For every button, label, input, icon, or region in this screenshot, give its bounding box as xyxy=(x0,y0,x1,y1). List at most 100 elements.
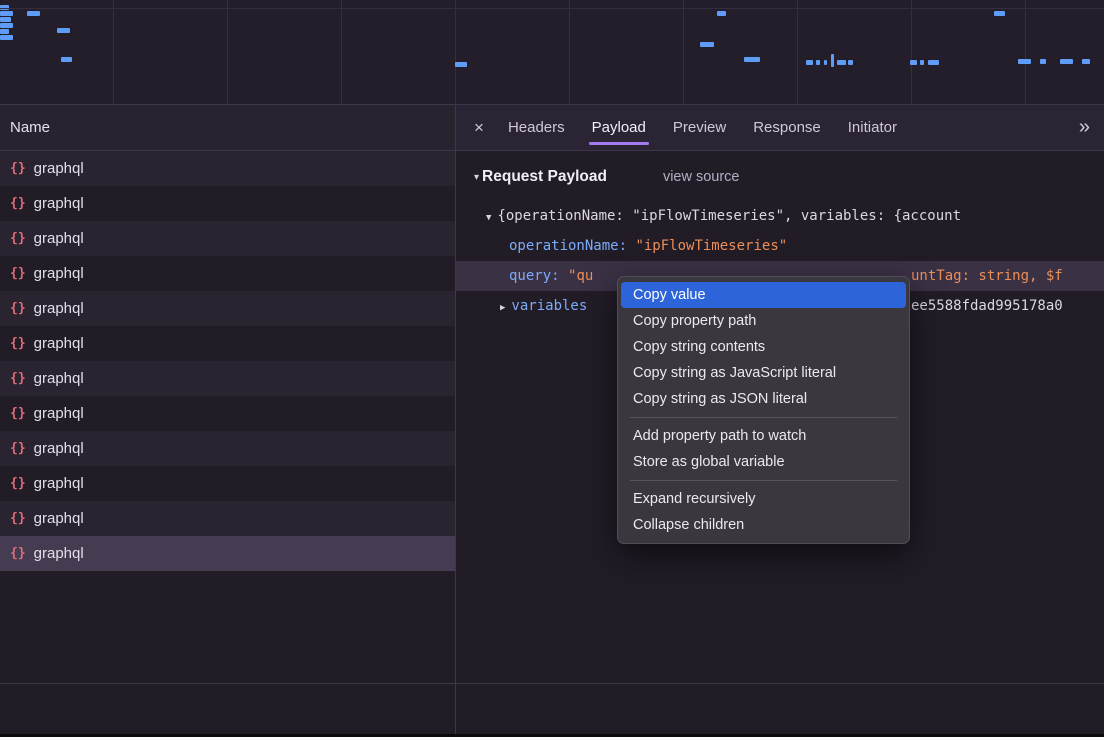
tab-response[interactable]: Response xyxy=(753,105,821,150)
menu-item-copy-value[interactable]: Copy value xyxy=(621,282,906,308)
devtools-network-panel: Name {}graphql{}graphql{}graphql{}graphq… xyxy=(0,0,1104,737)
request-timeline-bar xyxy=(700,42,714,47)
request-timeline-bar xyxy=(994,11,1005,16)
property-value-continuation: ee5588fdad995178a0 xyxy=(911,291,1063,321)
request-name: graphql xyxy=(34,265,84,282)
request-name: graphql xyxy=(34,195,84,212)
request-timeline-bar xyxy=(928,60,939,65)
json-braces-icon: {} xyxy=(10,161,26,176)
property-value: "ipFlowTimeseries" xyxy=(635,238,787,254)
property-value: "qu xyxy=(568,268,593,284)
section-disclosure-triangle-icon[interactable]: ▾ xyxy=(474,172,479,183)
property-value-continuation: untTag: string, $f xyxy=(911,261,1063,291)
request-timeline-bar xyxy=(717,11,726,16)
request-row[interactable]: {} graphql xyxy=(0,501,455,536)
request-timeline-bar xyxy=(0,5,9,10)
request-row[interactable]: {} graphql xyxy=(0,151,455,186)
menu-item-expand-recursively[interactable]: Expand recursively xyxy=(621,486,906,512)
request-name: graphql xyxy=(34,475,84,492)
request-name: graphql xyxy=(34,510,84,527)
json-braces-icon: {} xyxy=(10,371,26,386)
name-column-header[interactable]: Name xyxy=(0,105,455,151)
request-row[interactable]: {} graphql xyxy=(0,361,455,396)
request-timeline-bar xyxy=(57,28,70,33)
json-braces-icon: {} xyxy=(10,476,26,491)
property-key: variables xyxy=(511,298,587,314)
request-row[interactable]: {}graphql xyxy=(0,221,455,256)
json-braces-icon: {} xyxy=(10,266,26,281)
json-braces-icon: {} xyxy=(10,546,26,561)
menu-item-store-as-global-variable[interactable]: Store as global variable xyxy=(621,449,906,475)
request-timeline-bar xyxy=(816,60,820,65)
tab-payload[interactable]: Payload xyxy=(592,105,646,150)
request-timeline-bar xyxy=(27,11,40,16)
tab-headers[interactable]: Headers xyxy=(508,105,565,150)
tree-row-root[interactable]: ▼ {operationName: "ipFlowTimeseries", var… xyxy=(456,201,1104,231)
menu-separator xyxy=(630,480,897,481)
json-braces-icon: {} xyxy=(10,301,26,316)
request-timeline-bar xyxy=(920,60,924,65)
tab-items: Headers Payload Preview Response Initiator xyxy=(508,105,897,150)
request-timeline-bar xyxy=(1018,59,1031,64)
request-name: graphql xyxy=(34,300,84,317)
json-braces-icon: {} xyxy=(10,511,26,526)
request-list: {} graphql {} graphql {} graphql {} graphql {} gr… xyxy=(0,151,455,571)
property-key: operationName: xyxy=(509,238,627,254)
request-payload-section-header: ▾ Request Payload view source xyxy=(456,161,1104,193)
tab-preview[interactable]: Preview xyxy=(673,105,726,150)
network-overview-strip[interactable] xyxy=(0,0,1104,105)
request-timeline-bar xyxy=(0,17,11,22)
request-row[interactable]: {} graphql xyxy=(0,536,455,571)
request-timeline-bar xyxy=(848,60,853,65)
tree-row-operation-name[interactable]: operationName: "ipFlowTimeseries" xyxy=(456,231,1104,261)
request-row[interactable]: {}graphql xyxy=(0,326,455,361)
view-source-link[interactable]: view source xyxy=(663,169,740,185)
menu-item-add-property-path-to-watch[interactable]: Add property path to watch xyxy=(621,423,906,449)
main-split: Name {}graphql{}graphql{}graphql{}graphq… xyxy=(0,105,1104,734)
menu-item-copy-property-path[interactable]: Copy property path xyxy=(621,308,906,334)
request-timeline-bar xyxy=(0,35,13,40)
request-timeline-bar xyxy=(837,60,846,65)
name-column-label: Name xyxy=(10,119,50,136)
json-braces-icon: {} xyxy=(10,406,26,421)
request-row[interactable]: {}graphql xyxy=(0,186,455,221)
collapse-triangle-icon[interactable]: ▼ xyxy=(486,213,491,223)
json-braces-icon: {} xyxy=(10,441,26,456)
request-row[interactable]: {} graphql xyxy=(0,466,455,501)
request-row[interactable]: {} graphql xyxy=(0,256,455,291)
tab-initiator[interactable]: Initiator xyxy=(848,105,897,150)
request-name: graphql xyxy=(34,545,84,562)
menu-item-copy-string-as-javascript-literal[interactable]: Copy string as JavaScript literal xyxy=(621,360,906,386)
request-timeline-bar xyxy=(0,29,9,34)
request-timeline-bar xyxy=(1082,59,1090,64)
menu-separator xyxy=(630,417,897,418)
request-timeline-bar xyxy=(0,23,13,28)
request-timeline-bar xyxy=(744,57,760,62)
request-timeline-bar xyxy=(831,54,834,67)
request-timeline-bar xyxy=(61,57,72,62)
request-timeline-bar xyxy=(1060,59,1073,64)
object-preview-text: {operationName: "ipFlowTimeseries", vari… xyxy=(497,208,961,224)
overflow-tabs-button[interactable]: » xyxy=(1079,116,1090,139)
request-name: graphql xyxy=(34,370,84,387)
menu-item-copy-string-as-json-literal[interactable]: Copy string as JSON literal xyxy=(621,386,906,412)
request-row[interactable]: {} graphql xyxy=(0,396,455,431)
menu-item-collapse-children[interactable]: Collapse children xyxy=(621,512,906,538)
request-timeline-bar xyxy=(806,60,813,65)
expand-triangle-icon[interactable]: ▶ xyxy=(500,303,505,313)
menu-item-copy-string-contents[interactable]: Copy string contents xyxy=(621,334,906,360)
requests-table-panel: Name {}graphql{}graphql{}graphql{}graphq… xyxy=(0,105,456,734)
request-timeline-bar xyxy=(910,60,917,65)
tab-strip: × Headers Payload Preview Response Initiator… xyxy=(456,105,1104,151)
json-braces-icon: {} xyxy=(10,336,26,351)
request-name: graphql xyxy=(34,160,84,177)
request-row[interactable]: {} graphql xyxy=(0,291,455,326)
close-panel-button[interactable]: × xyxy=(474,118,484,138)
context-menu: Copy valueCopy property pathCopy string … xyxy=(617,276,910,544)
request-timeline-bar xyxy=(455,62,467,67)
request-name: graphql xyxy=(34,405,84,422)
request-row[interactable]: {}graphql xyxy=(0,431,455,466)
request-timeline-bar xyxy=(1040,59,1046,64)
json-braces-icon: {} xyxy=(10,231,26,246)
request-timeline-bar xyxy=(824,60,827,65)
